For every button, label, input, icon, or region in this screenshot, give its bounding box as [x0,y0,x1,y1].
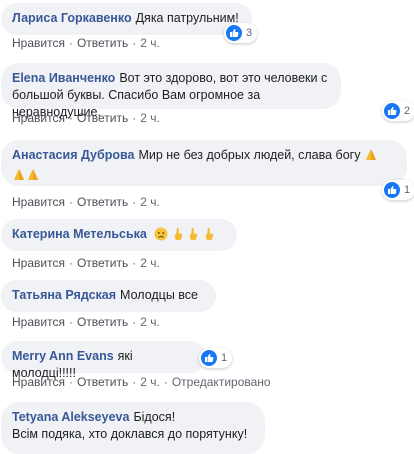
comment-text: Мир не без добрых людей, слава богу [138,148,361,162]
like-link[interactable]: Нравится [12,36,65,50]
praying-hands-emoji [12,168,26,187]
reaction-number: 3 [246,27,253,39]
comment-bubble: Merry Ann Evans які молодці!!!!! [1,341,206,380]
reaction-number: 1 [221,352,228,364]
separator: · [132,256,137,270]
comment-actions: Нравится · Ответить · 2 ч. [12,110,160,126]
comment-author[interactable]: Анастасия Дуброва [12,148,134,162]
comment-actions: Нравится · Ответить · 2 ч. [12,255,160,271]
separator: · [68,111,73,125]
separator: · [68,375,73,389]
reply-link[interactable]: Ответить [77,256,128,270]
reaction-count[interactable]: 1 [199,348,233,368]
separator: · [68,36,73,50]
reply-link[interactable]: Ответить [77,111,128,125]
reaction-count[interactable]: 3 [224,23,258,43]
comment-actions: Нравится · Ответить · 2 ч. · Отредактировано [12,374,271,390]
timestamp[interactable]: 2 ч. [140,315,160,329]
comment-bubble: Tetyana Alekseyeva Бідося! Всім подяка, х… [1,402,265,454]
crossed-fingers-emoji [187,227,199,246]
reply-link[interactable]: Ответить [77,36,128,50]
separator: · [68,195,73,209]
comment-text: Дяка патрульним! [135,11,239,25]
comment-bubble: Лариса Горкавенко Дяка патрульним! [1,3,252,35]
comment-actions: Нравится · Ответить · 2 ч. [12,35,160,51]
comment-author[interactable]: Катерина Метельська [12,227,147,241]
comment-text: Молодцы все [120,288,199,302]
comment-bubble: Анастасия Дуброва Мир не без добрых людей… [1,140,407,186]
comment-text: Всім подяка, хто доклався до порятунку! [12,427,248,441]
separator: · [132,375,137,389]
separator: · [132,36,137,50]
separator: · [68,256,73,270]
like-link[interactable]: Нравится [12,256,65,270]
reaction-number: 2 [404,105,411,117]
timestamp[interactable]: 2 ч. [140,256,160,270]
comment-bubble: Татьяна Рядская Молодцы все [1,280,216,312]
crossed-fingers-emoji [203,227,215,246]
separator: · [68,315,73,329]
comment-actions: Нравится · Ответить · 2 ч. [12,194,160,210]
separator: · [132,195,137,209]
comment-author[interactable]: Elena Иванченко [12,71,115,85]
like-link[interactable]: Нравится [12,375,65,389]
like-link[interactable]: Нравится [12,195,65,209]
like-icon [384,182,400,198]
sad-face-emoji [154,227,168,246]
like-link[interactable]: Нравится [12,111,65,125]
like-icon [384,103,400,119]
praying-hands-emoji [364,148,378,167]
reaction-count[interactable]: 2 [382,101,414,121]
comment-bubble: Катерина Метельська [1,219,237,251]
reply-link[interactable]: Ответить [77,315,128,329]
timestamp[interactable]: 2 ч. [140,111,160,125]
separator: · [132,111,137,125]
timestamp[interactable]: 2 ч. [140,36,160,50]
reply-link[interactable]: Ответить [77,375,128,389]
comment-actions: Нравится · Ответить · 2 ч. [12,314,160,330]
like-icon [201,350,217,366]
crossed-fingers-emoji [172,227,184,246]
comment-bubble: Elena Иванченко Вот это здорово, вот это … [1,63,341,119]
edited-label[interactable]: Отредактировано [172,375,271,389]
comment-text: Бідося! [133,410,176,424]
reaction-number: 1 [404,184,411,196]
timestamp[interactable]: 2 ч. [140,375,160,389]
comment-author[interactable]: Merry Ann Evans [12,349,114,363]
separator: · [132,315,137,329]
comment-author[interactable]: Лариса Горкавенко [12,11,132,25]
like-icon [226,25,242,41]
separator: · [163,375,168,389]
comment-author[interactable]: Татьяна Рядская [12,288,116,302]
reaction-count[interactable]: 1 [382,180,414,200]
timestamp[interactable]: 2 ч. [140,195,160,209]
reply-link[interactable]: Ответить [77,195,128,209]
praying-hands-emoji [26,168,40,187]
like-link[interactable]: Нравится [12,315,65,329]
comment-author[interactable]: Tetyana Alekseyeva [12,410,129,424]
